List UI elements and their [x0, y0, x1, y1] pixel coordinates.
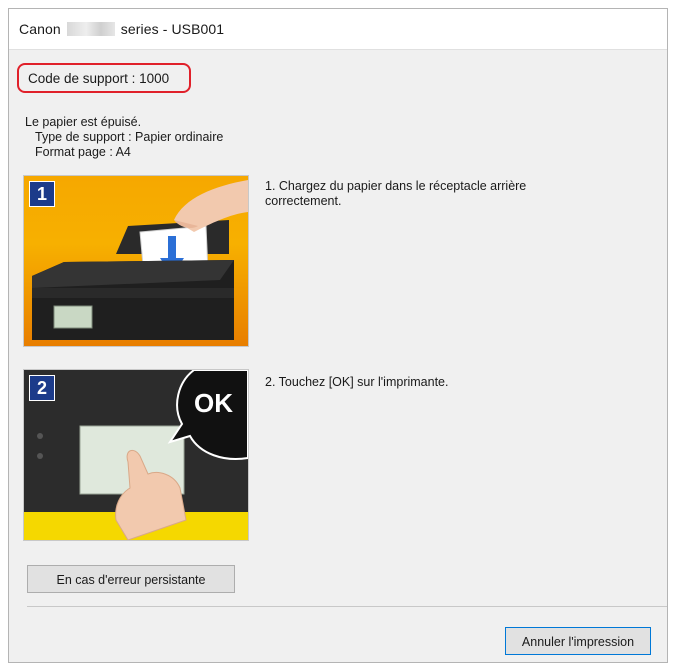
support-code-highlight: Code de support : 1000: [17, 63, 191, 93]
step-1-illustration: 1: [23, 175, 249, 347]
step-1-badge: 1: [29, 181, 55, 207]
redacted-model: [66, 22, 115, 36]
printer-load-paper-image: [32, 180, 248, 340]
window-title: Canon series - USB001: [19, 21, 224, 37]
title-bar: Canon series - USB001: [9, 9, 667, 50]
message-line-1: Le papier est épuisé.: [25, 115, 142, 129]
error-message: Le papier est épuisé. Type de support : …: [25, 115, 223, 160]
ok-label: OK: [194, 388, 233, 418]
support-code: Code de support : 1000: [28, 71, 170, 86]
step-2-text: 2. Touchez [OK] sur l'imprimante.: [265, 375, 449, 389]
divider: [27, 606, 667, 607]
title-suffix: series - USB001: [120, 21, 225, 37]
error-dialog: Canon series - USB001 Code de support : 1…: [8, 8, 668, 663]
persistent-error-button[interactable]: En cas d'erreur persistante: [27, 565, 235, 593]
cancel-print-button[interactable]: Annuler l'impression: [505, 627, 651, 655]
step-2-illustration: 2 OK: [23, 369, 249, 541]
media-type: Type de support : Papier ordinaire: [35, 130, 224, 144]
step-1-text: 1. Chargez du papier dans le réceptacle …: [265, 179, 527, 208]
page-format: Format page : A4: [35, 145, 131, 159]
title-prefix: Canon: [19, 21, 61, 37]
step-2-badge: 2: [29, 375, 55, 401]
